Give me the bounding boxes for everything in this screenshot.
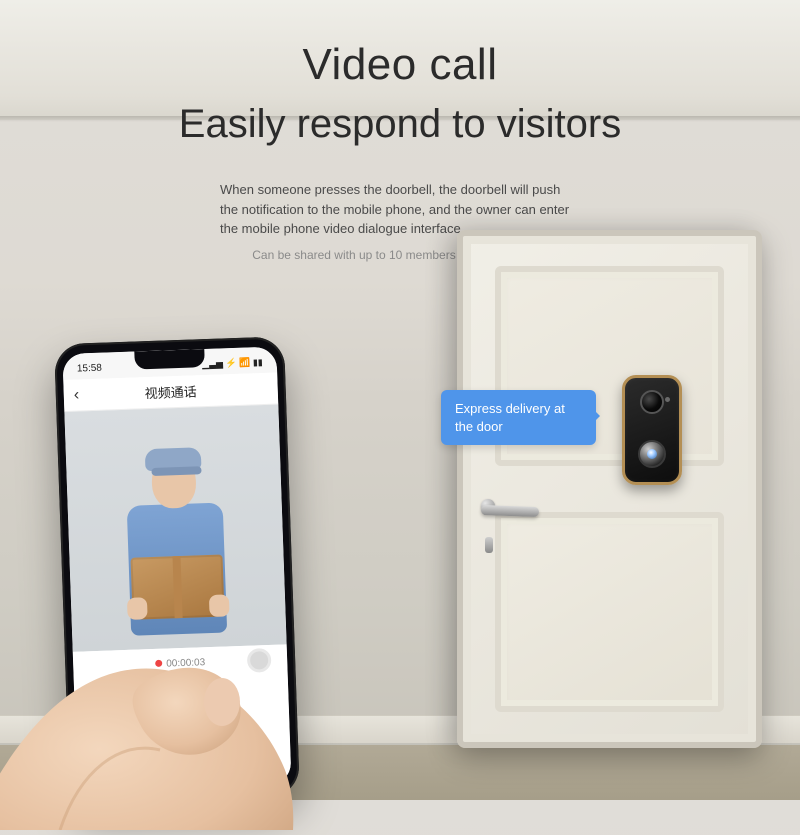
door-panel-bottom <box>495 512 724 712</box>
switch-audio-button[interactable]: ⇄ 切换至语音 <box>203 687 265 736</box>
back-icon[interactable]: ‹ <box>73 386 79 404</box>
status-icons: ▁▃▅ ⚡ 📶 ▮▮ <box>202 357 263 370</box>
phone-screen: 15:58 ▁▃▅ ⚡ 📶 ▮▮ ‹ 视频通话 00:00:03 ✦ <box>62 347 291 792</box>
phone-notch <box>134 349 205 369</box>
switch-audio-icon: ⇄ <box>218 688 249 719</box>
shutter-button[interactable] <box>247 648 272 673</box>
hangup-button[interactable]: ✆ 挂断 <box>153 742 215 791</box>
app-header-title: 视频通话 <box>144 381 197 402</box>
record-icon <box>155 659 162 666</box>
speaker-button[interactable]: 🔊 扬声器 <box>222 740 284 789</box>
phone: 15:58 ▁▃▅ ⚡ 📶 ▮▮ ‹ 视频通话 00:00:03 ✦ <box>54 336 300 804</box>
courier-figure <box>107 436 244 650</box>
doorbell-device <box>622 375 682 485</box>
door-handle <box>481 505 539 517</box>
doorbell-ir-led <box>665 397 670 402</box>
heading-subtitle: Easily respond to visitors <box>0 102 800 147</box>
status-time: 15:58 <box>77 362 102 374</box>
speaker-icon: 🔊 <box>237 740 268 771</box>
door-lock <box>485 537 493 553</box>
call-controls: ✦ 变声 ⇄ 切换至语音 ✕ 静音 ✆ 挂断 🔊 <box>74 674 292 791</box>
speech-bubble: Express delivery at the door <box>441 390 596 445</box>
voice-change-button[interactable]: ✦ 变声 <box>100 691 162 740</box>
door <box>457 230 762 748</box>
doorbell-ring-button[interactable] <box>638 440 666 468</box>
voice-change-icon: ✦ <box>115 691 146 722</box>
mute-icon: ✕ <box>99 745 130 776</box>
mute-button[interactable]: ✕ 静音 <box>84 744 146 791</box>
doorbell-camera-lens <box>640 390 664 414</box>
video-feed <box>64 405 286 652</box>
headings: Video call Easily respond to visitors <box>0 40 800 147</box>
hangup-icon: ✆ <box>168 743 199 774</box>
heading-title: Video call <box>0 40 800 90</box>
call-timer: 00:00:03 <box>166 657 205 669</box>
